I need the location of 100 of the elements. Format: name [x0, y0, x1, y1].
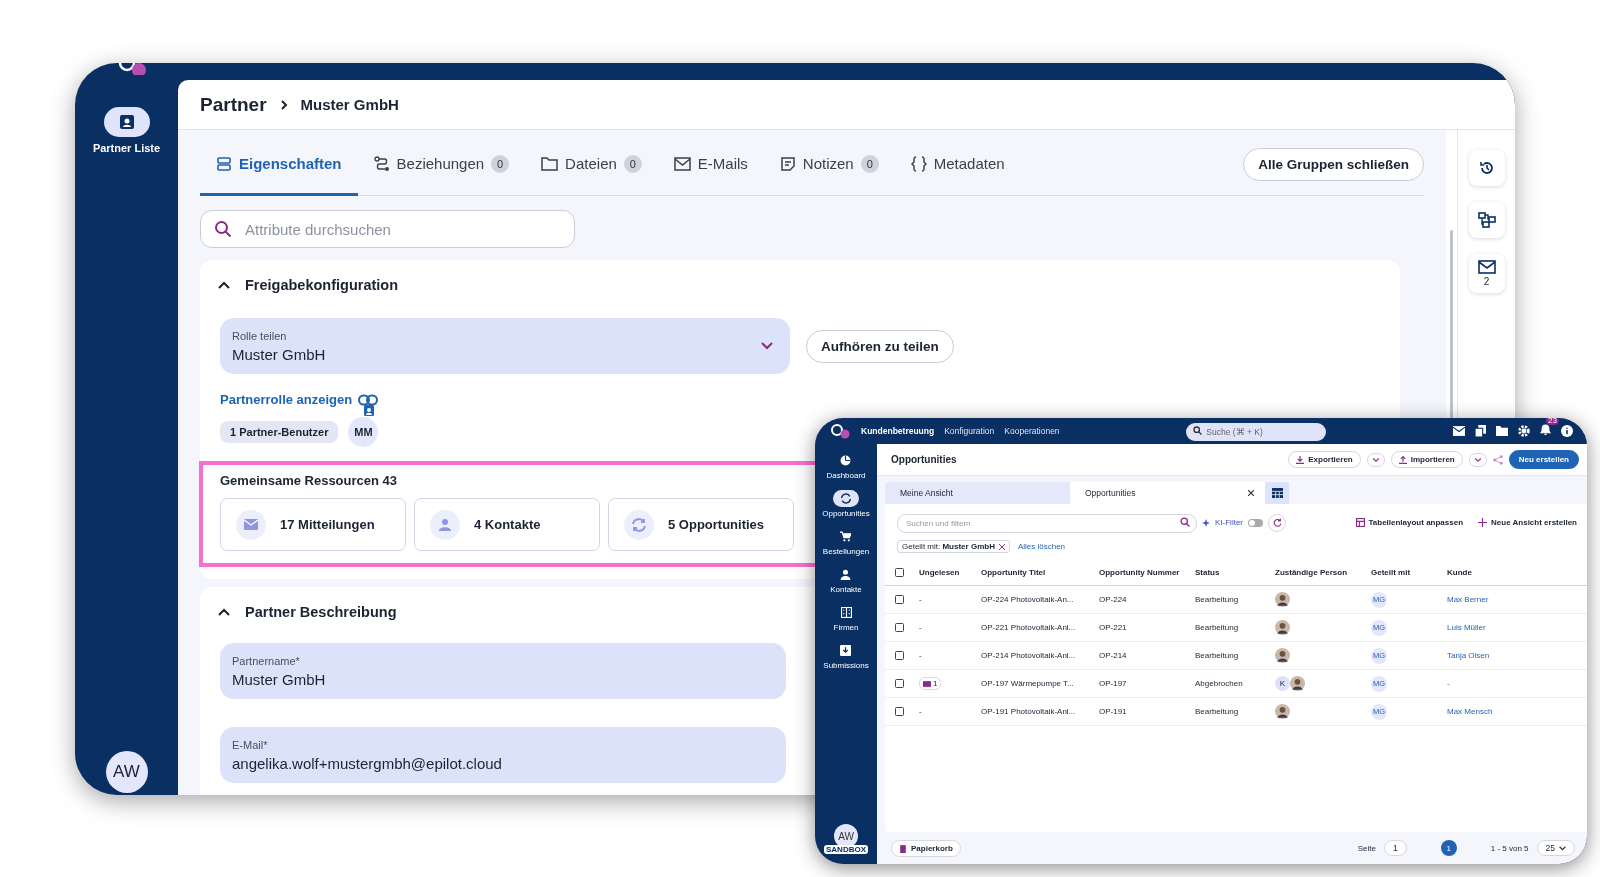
- row-checkbox[interactable]: [895, 595, 904, 604]
- table-cell-text: OP-224: [1099, 595, 1128, 604]
- row-checkbox[interactable]: [895, 623, 904, 632]
- user-avatar[interactable]: AW: [834, 824, 858, 848]
- column-header[interactable]: Status: [1195, 568, 1275, 577]
- tab[interactable]: E-Mails: [657, 134, 764, 196]
- avatar-figure-icon: [1275, 648, 1290, 663]
- column-header[interactable]: Kunde: [1447, 568, 1587, 577]
- row-checkbox[interactable]: [895, 651, 904, 660]
- column-header[interactable]: Ungelesen: [919, 568, 981, 577]
- copy-icon[interactable]: [1475, 425, 1486, 437]
- collapse-caret-icon[interactable]: [217, 280, 231, 290]
- sidebar-item[interactable]: Partner Liste: [92, 107, 161, 154]
- sidebar-item[interactable]: Bestellungen: [822, 528, 870, 556]
- sidebar-item[interactable]: Firmen: [833, 604, 859, 632]
- tab[interactable]: Notizen 0: [763, 134, 895, 196]
- mail-icon: [923, 680, 931, 687]
- sidebar-item[interactable]: Opportunities: [822, 490, 870, 518]
- collapse-all-button[interactable]: Alle Gruppen schließen: [1243, 148, 1424, 181]
- nav-link[interactable]: Kundenbetreuung: [861, 426, 935, 436]
- tab[interactable]: Beziehungen 0: [357, 134, 526, 196]
- text-field[interactable]: Partnername* Muster GmbH: [220, 643, 786, 699]
- breadcrumb-link[interactable]: Partner: [200, 93, 267, 116]
- share-icon[interactable]: [1492, 454, 1503, 465]
- mail-icon[interactable]: [1453, 426, 1465, 436]
- export-button[interactable]: Exportieren: [1288, 451, 1361, 468]
- table-cell-text: Bearbeitung: [1195, 707, 1240, 716]
- customer-link[interactable]: Luis Müller: [1447, 623, 1486, 632]
- import-button[interactable]: Importieren: [1390, 451, 1463, 468]
- table-cell: -: [919, 651, 922, 660]
- trash-button[interactable]: Papierkorb: [891, 839, 961, 857]
- partner-users-chip: 1 Partner-Benutzer: [220, 421, 339, 443]
- new-view-button[interactable]: Neue Ansicht erstellen: [1478, 518, 1577, 527]
- filter-field[interactable]: Suchen und filtern: [897, 514, 1197, 533]
- sidebar-item[interactable]: Kontakte: [830, 566, 862, 594]
- settings-icon[interactable]: [1518, 425, 1530, 437]
- row-checkbox[interactable]: [895, 707, 904, 716]
- rail-button[interactable]: 2: [1468, 254, 1505, 293]
- page-range: 1 - 5 von 5: [1490, 843, 1529, 853]
- customer-link[interactable]: Max Berner: [1447, 595, 1489, 604]
- shared-resources-title: Gemeinsame Ressourcen 43: [220, 473, 398, 488]
- link-icon: [358, 393, 379, 406]
- customer-link[interactable]: Tanja Olsen: [1447, 651, 1490, 660]
- logo-icon: [829, 423, 851, 439]
- role-select[interactable]: Rolle teilen Muster GmbH: [220, 318, 790, 374]
- sidebar-item[interactable]: Dashboard: [826, 452, 866, 480]
- column-header[interactable]: Zuständige Person: [1275, 568, 1371, 577]
- user-avatar[interactable]: AW: [105, 751, 148, 793]
- clear-filters-link[interactable]: Alles löschen: [1017, 542, 1066, 551]
- customer-link[interactable]: Max Mensch: [1447, 707, 1493, 716]
- stop-sharing-button[interactable]: Aufhören zu teilen: [806, 329, 954, 363]
- info-icon[interactable]: [1561, 425, 1573, 437]
- page-button[interactable]: 1: [1440, 840, 1457, 856]
- collapse-caret-icon[interactable]: [217, 607, 231, 617]
- tab[interactable]: Eigenschaften: [200, 134, 358, 196]
- filter-chip[interactable]: Geteilt mit: Muster GmbH: [897, 540, 1010, 553]
- resource-card[interactable]: 5 Opportunities: [608, 498, 794, 551]
- close-icon[interactable]: [1247, 489, 1255, 497]
- page-size-select[interactable]: 25: [1536, 840, 1575, 856]
- folder-icon[interactable]: [1496, 426, 1508, 436]
- row-checkbox[interactable]: [895, 679, 904, 688]
- caret-icon: [1559, 845, 1566, 851]
- bell-icon[interactable]: [1540, 424, 1551, 436]
- select-all-checkbox[interactable]: [895, 568, 904, 577]
- search-field[interactable]: Attribute durchsuchen: [200, 210, 575, 248]
- nav-link[interactable]: Kooperationen: [1004, 426, 1060, 436]
- create-button[interactable]: Neu erstellen: [1508, 450, 1579, 469]
- caret-button[interactable]: [1366, 452, 1385, 467]
- sidebar-item[interactable]: Submissions: [823, 642, 869, 670]
- tab[interactable]: Dateien 0: [525, 134, 658, 196]
- user-avatar: MM: [348, 417, 379, 447]
- notification-badge: 23: [1546, 418, 1559, 425]
- partner-role-link[interactable]: Partnerrolle anzeigen: [220, 392, 353, 407]
- table-cell-text: OP-191 Photovoltaik-Anl...: [981, 707, 1077, 716]
- text-field[interactable]: E-Mail* angelika.wolf+mustergmbh@epilot.cloud: [220, 727, 786, 783]
- column-header[interactable]: Opportunity Nummer: [1099, 568, 1195, 577]
- view-tab[interactable]: Opportunities: [1070, 482, 1265, 504]
- avatar-figure-icon: [1290, 676, 1305, 691]
- table-view-button[interactable]: [1265, 482, 1289, 504]
- search-field[interactable]: Suche (⌘ + K): [1186, 423, 1327, 441]
- close-icon[interactable]: [998, 543, 1005, 550]
- ai-filter-toggle[interactable]: [1248, 518, 1263, 527]
- column-header[interactable]: Opportunity Titel: [981, 568, 1099, 577]
- rail-button[interactable]: [1468, 150, 1505, 186]
- resource-card[interactable]: 17 Mitteilungen: [220, 498, 406, 551]
- column-header[interactable]: Geteilt mit: [1371, 568, 1447, 577]
- inbox-icon: [840, 645, 852, 656]
- view-tab[interactable]: Meine Ansicht: [885, 482, 1070, 504]
- table-cell-text: OP-214 Photovoltaik-Anl...: [981, 651, 1077, 660]
- upload-icon: [1398, 455, 1407, 464]
- rail-button[interactable]: [1468, 202, 1505, 238]
- nav-link[interactable]: Konfiguration: [944, 426, 995, 436]
- caret-button[interactable]: [1468, 452, 1487, 467]
- mail-icon: [673, 156, 691, 171]
- resource-card[interactable]: 4 Kontakte: [414, 498, 600, 551]
- page-input[interactable]: 1: [1384, 840, 1407, 856]
- tab[interactable]: Metadaten: [894, 134, 1021, 196]
- table-layout-button[interactable]: Tabellenlayout anpassen: [1355, 518, 1464, 527]
- section-title: Partner Beschreibung: [245, 604, 397, 620]
- trash-icon: [899, 843, 907, 853]
